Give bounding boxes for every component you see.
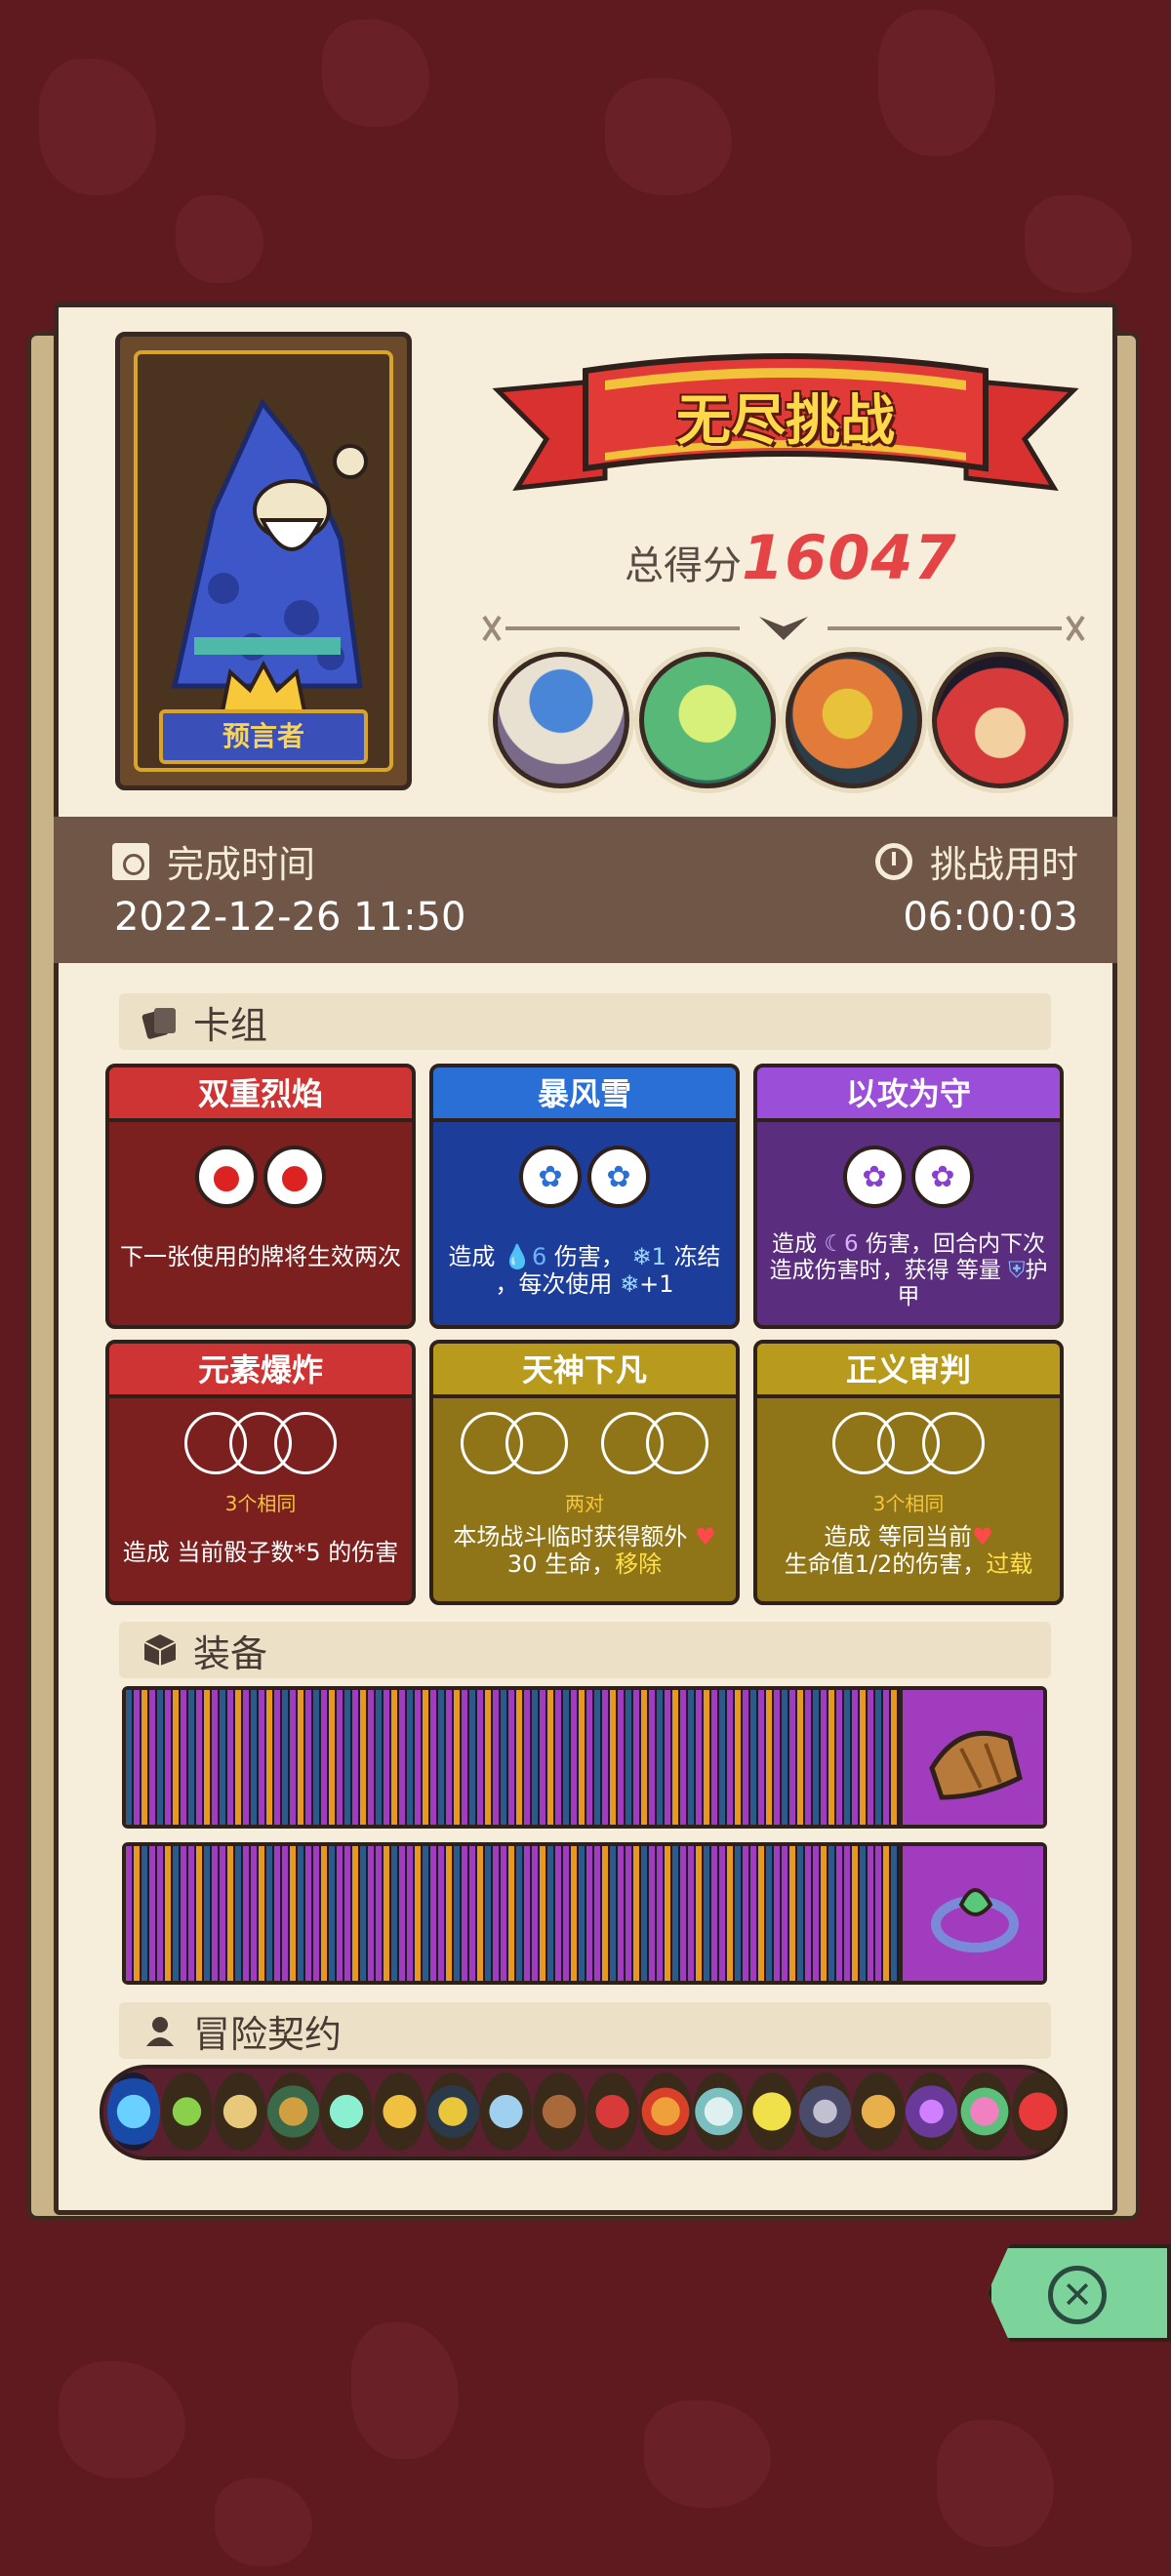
boss-lizard-icon[interactable]	[639, 652, 776, 788]
ring-contract-icon[interactable]	[266, 2073, 319, 2151]
equipment-stack	[126, 1846, 902, 1981]
finish-time-value: 2022-12-26 11:50	[114, 895, 466, 940]
potion-contract-icon[interactable]	[320, 2073, 373, 2151]
card-description: 造成 ☾6 伤害，回合内下次造成伤害时，获得 等量 ⛨护甲	[769, 1231, 1048, 1309]
dice-slots	[433, 1412, 736, 1474]
flask-contract-icon[interactable]	[692, 2073, 745, 2151]
boss-mushroom-sage-icon[interactable]	[493, 652, 629, 788]
score-label: 总得分	[625, 543, 742, 588]
flower-contract-icon[interactable]	[958, 2073, 1011, 2151]
contracts-title: 冒险契约	[193, 2012, 343, 2056]
empty-dice-slot	[646, 1412, 708, 1474]
leather-armor-icon	[929, 1730, 1023, 1800]
finish-time-label-row: 完成时间	[112, 834, 315, 888]
mode-title: 无尽挑战	[676, 389, 895, 453]
close-icon: ✕	[1048, 2266, 1107, 2324]
dice-slots	[109, 1412, 412, 1474]
card-title: 元素爆炸	[109, 1344, 412, 1398]
calendar-icon	[112, 842, 149, 880]
card-blizzard[interactable]: 暴风雪 ✿ ✿ 造成 💧6 伤害， ❄1 冻结 ，每次使用 ❄+1	[429, 1064, 740, 1329]
empty-dice-slot	[922, 1412, 985, 1474]
card-double-flame[interactable]: 双重烈焰 ● ● 下一张使用的牌将生效两次	[105, 1064, 416, 1329]
pouch-contract-icon[interactable]	[373, 2073, 425, 2151]
equipment-stack	[126, 1690, 902, 1825]
red-seal-contract-icon[interactable]	[1011, 2073, 1064, 2151]
close-button[interactable]: ✕	[988, 2244, 1171, 2342]
hero-portrait: 预言者	[134, 350, 393, 772]
card-description: 造成 💧6 伤害， ❄1 冻结 ，每次使用 ❄+1	[448, 1243, 721, 1298]
snowflake-dice-icon: ✿	[519, 1146, 582, 1208]
equipment-slot[interactable]	[899, 1690, 1043, 1825]
boss-fish-monster-icon[interactable]	[786, 652, 922, 788]
contract-list	[107, 2073, 1064, 2154]
finish-time-label: 完成时间	[167, 843, 316, 886]
card-description: 造成 等同当前♥ 生命值1/2的伤害，过载	[784, 1523, 1033, 1578]
dice-slots	[757, 1412, 1060, 1474]
time-info-band: 完成时间 2022-12-26 11:50 挑战用时 06:00:03	[54, 817, 1117, 963]
fire-contract-icon[interactable]	[639, 2073, 692, 2151]
snowflake-dice-icon: ✿	[587, 1146, 650, 1208]
equipment-slot[interactable]	[899, 1846, 1043, 1981]
cherry-dice-icon: ●	[263, 1146, 326, 1208]
boss-red-hat-icon[interactable]	[932, 652, 1069, 788]
box-icon	[143, 1634, 177, 1666]
card-description: 下一张使用的牌将生效两次	[120, 1243, 401, 1270]
lemon-contract-icon[interactable]	[746, 2073, 798, 2151]
stopwatch-icon	[874, 842, 912, 880]
duration-label: 挑战用时	[929, 843, 1078, 886]
dice-condition: 两对	[565, 1492, 604, 1515]
skull-badge-contract-icon[interactable]	[798, 2073, 851, 2151]
equipment-bar-1[interactable]	[122, 1686, 1047, 1829]
dice-condition: 3个相同	[224, 1492, 297, 1515]
score-row: 总得分 16047	[625, 522, 957, 593]
scroll-contract-icon[interactable]	[214, 2073, 266, 2151]
lightning-contract-icon[interactable]	[905, 2073, 957, 2151]
equipment-title: 装备	[193, 1631, 268, 1675]
person-icon	[146, 2017, 174, 2046]
card-offense-as-defense[interactable]: 以攻为守 ✿ ✿ 造成 ☾6 伤害，回合内下次造成伤害时，获得 等量 ⛨护甲	[753, 1064, 1064, 1329]
card-title: 天神下凡	[433, 1344, 736, 1398]
card-description: 造成 当前骰子数*5 的伤害	[122, 1539, 399, 1566]
hero-card[interactable]: 预言者	[115, 332, 412, 790]
pipe-contract-icon[interactable]	[533, 2073, 586, 2151]
dice-slots: ✿ ✿	[757, 1146, 1060, 1208]
bottle-contract-icon[interactable]	[479, 2073, 532, 2151]
hero-name: 预言者	[159, 709, 368, 764]
blue-skull-contract-icon[interactable]	[107, 2073, 160, 2151]
cards-icon	[141, 1008, 176, 1039]
score-value: 16047	[742, 522, 957, 593]
dice-slots: ✿ ✿	[433, 1146, 736, 1208]
dice-condition: 3个相同	[872, 1492, 945, 1515]
empty-dice-slot	[274, 1412, 337, 1474]
card-elemental-burst[interactable]: 元素爆炸 3个相同 造成 当前骰子数*5 的伤害	[105, 1340, 416, 1605]
defeated-bosses	[493, 652, 1078, 794]
contracts-section-header: 冒险契约	[119, 2002, 1051, 2059]
cherry-dice-icon: ●	[195, 1146, 258, 1208]
leaf-ring-icon	[931, 1888, 1019, 1952]
duration-value: 06:00:03	[903, 895, 1078, 940]
card-title: 双重烈焰	[109, 1067, 412, 1122]
card-title: 正义审判	[757, 1344, 1060, 1398]
grape-dice-icon: ✿	[843, 1146, 906, 1208]
crown-icon	[220, 660, 307, 713]
card-title: 以攻为守	[757, 1067, 1060, 1122]
card-title: 暴风雪	[433, 1067, 736, 1122]
cloak-contract-icon[interactable]	[586, 2073, 638, 2151]
mode-banner: 无尽挑战	[488, 342, 1083, 517]
card-description: 本场战斗临时获得额外 ♥ 30 生命，移除	[453, 1523, 716, 1578]
card-god-descends[interactable]: 天神下凡 两对 本场战斗临时获得额外 ♥ 30 生命，移除	[429, 1340, 740, 1605]
equipment-bar-2[interactable]	[122, 1842, 1047, 1985]
empty-dice-slot	[505, 1412, 568, 1474]
deck-section-header: 卡组	[119, 993, 1051, 1050]
dice-slots: ● ●	[109, 1146, 412, 1208]
horn-contract-icon[interactable]	[852, 2073, 905, 2151]
duration-label-row: 挑战用时	[874, 834, 1078, 888]
ornament-divider	[482, 615, 1085, 642]
equipment-section-header: 装备	[119, 1622, 1051, 1678]
lantern-contract-icon[interactable]	[426, 2073, 479, 2151]
green-dagger-contract-icon[interactable]	[160, 2073, 213, 2151]
grape-dice-icon: ✿	[911, 1146, 974, 1208]
card-judgement[interactable]: 正义审判 3个相同 造成 等同当前♥ 生命值1/2的伤害，过载	[753, 1340, 1064, 1605]
deck-title: 卡组	[193, 1003, 268, 1047]
